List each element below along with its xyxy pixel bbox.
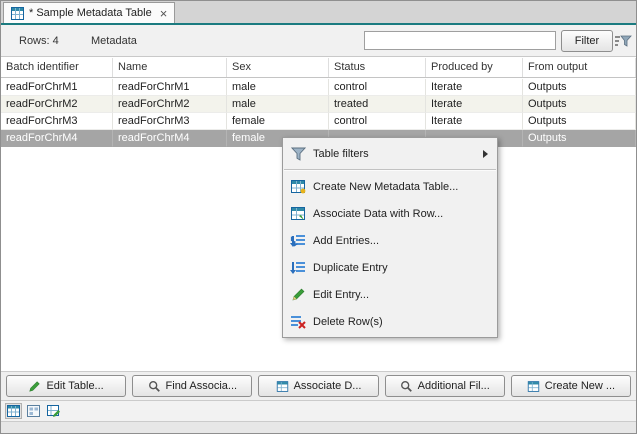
add-entries-icon (283, 233, 313, 248)
menu-item-label: Associate Data with Row... (313, 208, 497, 220)
filter-button[interactable]: Filter (561, 30, 613, 52)
delete-row-icon (283, 314, 313, 329)
button-label: Additional Fil... (418, 380, 490, 392)
cell[interactable]: control (329, 79, 426, 96)
menu-item-table-filters[interactable]: Table filters (283, 140, 497, 167)
pencil-icon (28, 380, 41, 393)
button-label: Find Associa... (166, 380, 238, 392)
cell[interactable]: readForChrM4 (113, 130, 227, 147)
metadata-table-panel: * Sample Metadata Table × Rows: 4 Metada… (0, 0, 637, 434)
menu-item-add-entries[interactable]: Add Entries... (283, 227, 497, 254)
grid-view-icon[interactable] (25, 403, 42, 419)
column-header-produced-by[interactable]: Produced by (426, 58, 523, 77)
table-edit-view-icon[interactable] (45, 403, 62, 419)
edit-pencil-icon (283, 287, 313, 302)
button-label: Edit Table... (46, 380, 103, 392)
bottom-strip (1, 421, 636, 433)
magnifier-funnel-icon (400, 380, 413, 393)
cell[interactable]: Iterate (426, 96, 523, 113)
menu-item-label: Table filters (313, 148, 483, 160)
rows-count-label: Rows: 4 (19, 35, 59, 47)
tab-strip: * Sample Metadata Table × (1, 1, 636, 23)
cell[interactable]: Outputs (523, 130, 636, 147)
filter-input[interactable] (364, 31, 556, 50)
duplicate-entry-icon (283, 260, 313, 275)
menu-item-label: Delete Row(s) (313, 316, 497, 328)
cell[interactable]: treated (329, 96, 426, 113)
cell[interactable]: female (227, 113, 329, 130)
menu-item-duplicate-entry[interactable]: Duplicate Entry (283, 254, 497, 281)
table-header: Batch identifier Name Sex Status Produce… (1, 58, 636, 78)
action-button-bar: Edit Table... Find Associa... Associate … (1, 371, 636, 400)
new-metadata-table-icon (283, 179, 313, 194)
new-table-icon (527, 380, 540, 393)
column-header-sex[interactable]: Sex (227, 58, 329, 77)
menu-item-label: Duplicate Entry (313, 262, 497, 274)
cell[interactable]: readForChrM4 (1, 130, 113, 147)
cell[interactable]: readForChrM1 (113, 79, 227, 96)
tab-title: * Sample Metadata Table (29, 7, 152, 19)
column-header-name[interactable]: Name (113, 58, 227, 77)
column-header-from-output[interactable]: From output (523, 58, 636, 77)
column-header-status[interactable]: Status (329, 58, 426, 77)
cell[interactable]: male (227, 96, 329, 113)
cell[interactable]: readForChrM2 (113, 96, 227, 113)
table-row[interactable]: readForChrM3 readForChrM3 female control… (1, 113, 636, 130)
edit-table-button[interactable]: Edit Table... (6, 375, 126, 397)
column-header-batch-identifier[interactable]: Batch identifier (1, 58, 113, 77)
cell[interactable]: male (227, 79, 329, 96)
table-view-icon[interactable] (5, 403, 22, 419)
cell[interactable]: Iterate (426, 79, 523, 96)
cell[interactable]: readForChrM1 (1, 79, 113, 96)
menu-item-label: Edit Entry... (313, 289, 497, 301)
view-mode-bar (1, 400, 636, 421)
table-row[interactable]: readForChrM1 readForChrM1 male control I… (1, 79, 636, 96)
table-toolbar: Rows: 4 Metadata Filter (1, 25, 636, 57)
metadata-table-icon (11, 7, 24, 20)
create-new-button[interactable]: Create New ... (511, 375, 631, 397)
cell[interactable]: Outputs (523, 96, 636, 113)
associate-data-button[interactable]: Associate D... (258, 375, 378, 397)
additional-filter-button[interactable]: Additional Fil... (385, 375, 505, 397)
metadata-label: Metadata (91, 35, 137, 47)
table-icon (276, 380, 289, 393)
menu-item-associate-data-with-row[interactable]: Associate Data with Row... (283, 200, 497, 227)
submenu-arrow-icon (483, 150, 488, 158)
cell[interactable]: Outputs (523, 79, 636, 96)
menu-item-label: Create New Metadata Table... (313, 181, 497, 193)
cell[interactable]: control (329, 113, 426, 130)
filter-options-icon[interactable] (614, 33, 632, 49)
magnifier-icon (148, 380, 161, 393)
menu-item-create-new-metadata-table[interactable]: Create New Metadata Table... (283, 173, 497, 200)
menu-item-delete-rows[interactable]: Delete Row(s) (283, 308, 497, 335)
cell[interactable]: Outputs (523, 113, 636, 130)
cell[interactable]: Iterate (426, 113, 523, 130)
menu-item-edit-entry[interactable]: Edit Entry... (283, 281, 497, 308)
tab-sample-metadata-table[interactable]: * Sample Metadata Table × (3, 2, 175, 23)
menu-item-label: Add Entries... (313, 235, 497, 247)
find-associated-button[interactable]: Find Associa... (132, 375, 252, 397)
tab-close-icon[interactable]: × (160, 7, 168, 20)
cell[interactable]: readForChrM3 (113, 113, 227, 130)
cell[interactable]: readForChrM2 (1, 96, 113, 113)
cell[interactable]: readForChrM3 (1, 113, 113, 130)
table-row[interactable]: readForChrM2 readForChrM2 male treated I… (1, 96, 636, 113)
context-menu: Table filters Create New Metadata Table.… (282, 137, 498, 338)
funnel-icon (283, 147, 313, 161)
button-label: Associate D... (294, 380, 362, 392)
button-label: Create New ... (545, 380, 615, 392)
menu-separator (284, 169, 496, 171)
associate-data-icon (283, 206, 313, 221)
